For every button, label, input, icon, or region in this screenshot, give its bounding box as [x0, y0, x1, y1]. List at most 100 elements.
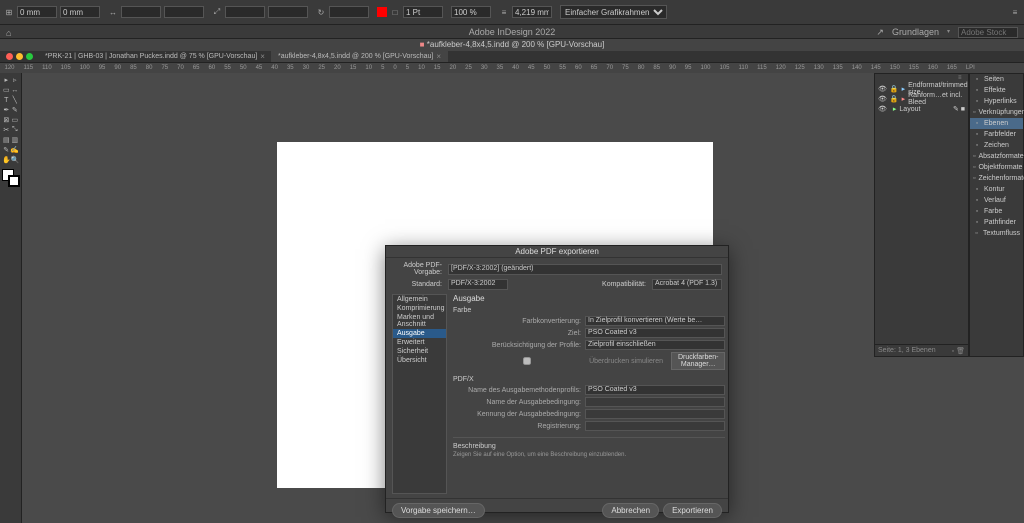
dim-field[interactable]: [512, 6, 552, 18]
pencil-tool[interactable]: ✎: [11, 105, 20, 115]
pdfx-bedingung-input[interactable]: [585, 397, 725, 407]
line-tool[interactable]: ╲: [11, 95, 20, 105]
close-window[interactable]: [6, 53, 13, 60]
note-tool[interactable]: ✎: [2, 145, 10, 155]
compat-label: Kompatibilität:: [602, 281, 646, 288]
pdfx-profile-select[interactable]: PSO Coated v3: [585, 385, 725, 395]
hand-tool[interactable]: ✋: [2, 155, 11, 165]
zoom-tool[interactable]: 🔍: [11, 155, 20, 165]
panel-farbfelder[interactable]: ▫Farbfelder: [970, 129, 1023, 140]
y-field[interactable]: [60, 6, 100, 18]
layers-footer: Seite: 1, 3 Ebenen ▫ 🗑: [875, 344, 968, 356]
type-tool[interactable]: T: [2, 95, 11, 105]
panel-pathfinder[interactable]: ▫Pathfinder: [970, 217, 1023, 228]
ziel-select[interactable]: PSO Coated v3: [585, 328, 725, 338]
panel-kontur[interactable]: ▫Kontur: [970, 184, 1023, 195]
close-icon[interactable]: ×: [260, 51, 265, 63]
fill-stroke-swatch[interactable]: [2, 169, 20, 187]
ink-manager-button[interactable]: Druckfarben-Manager…: [671, 352, 725, 370]
zoom-field[interactable]: [451, 6, 491, 18]
preset-select[interactable]: [PDF/X-3:2002] (geändert): [448, 264, 722, 275]
selection-tool[interactable]: ▸: [2, 75, 11, 85]
rotate-field[interactable]: [329, 6, 369, 18]
document-tab-active[interactable]: *aufkleber-4,8x4,5.indd @ 200 % [GPU-Vor…: [272, 51, 448, 62]
new-layer-icon[interactable]: ▫: [952, 348, 954, 355]
save-preset-button[interactable]: Vorgabe speichern…: [392, 503, 485, 518]
fill-swatch[interactable]: [377, 7, 387, 17]
pdfx-reg-input[interactable]: [585, 421, 725, 431]
panel-objektformate[interactable]: ▫Objektformate: [970, 162, 1023, 173]
panel-zeichenformate[interactable]: ▫Zeichenformate: [970, 173, 1023, 184]
stroke-swatch[interactable]: □: [390, 7, 400, 17]
farbkonv-select[interactable]: In Zielprofil konvertieren (Werte be…: [585, 316, 725, 326]
panel-hyperlinks[interactable]: ▫Hyperlinks: [970, 96, 1023, 107]
tab-ausgabe[interactable]: Ausgabe: [393, 329, 446, 338]
compat-select[interactable]: Acrobat 4 (PDF 1.3): [652, 279, 722, 290]
standard-select[interactable]: PDF/X-3:2002: [448, 279, 508, 290]
gradient-tool[interactable]: ▤: [2, 135, 11, 145]
panel-zeichen[interactable]: ▫Zeichen: [970, 140, 1023, 151]
pdfx-kennung-input[interactable]: [585, 409, 725, 419]
toolbox: ▸▹ ▭↔ T╲ ✒✎ ⊠▭ ✂⤡ ▤▥ ✎✍ ✋🔍: [0, 73, 22, 523]
panel-seiten[interactable]: ▫Seiten: [970, 74, 1023, 85]
document-title: ■ *aufkleber-4,8x4,5.indd @ 200 % [GPU-V…: [0, 39, 1024, 51]
panel-ebenen[interactable]: ▫Ebenen: [970, 118, 1023, 129]
trash-icon[interactable]: 🗑: [956, 348, 965, 355]
home-icon[interactable]: ⌂: [6, 26, 11, 40]
w-field[interactable]: [121, 6, 161, 18]
panel-effekte[interactable]: ▫Effekte: [970, 85, 1023, 96]
panel-textumfluss[interactable]: ▫Textumfluss: [970, 228, 1023, 239]
share-icon[interactable]: ↗: [876, 25, 884, 39]
gap-tool[interactable]: ↔: [11, 85, 20, 95]
export-button[interactable]: Exportieren: [663, 503, 722, 518]
align-icon[interactable]: ≡: [499, 7, 509, 17]
tab-uebersicht[interactable]: Übersicht: [393, 356, 446, 365]
minimize-window[interactable]: [16, 53, 23, 60]
page-tool[interactable]: ▭: [2, 85, 11, 95]
panel-verknüpfungen[interactable]: ▫Verknüpfungen: [970, 107, 1023, 118]
tab-komprimierung[interactable]: Komprimierung: [393, 304, 446, 313]
scale-x-field[interactable]: [225, 6, 265, 18]
app-title-bar: ⌂ Adobe InDesign 2022 ↗ Grundlagen ▾: [0, 25, 1024, 39]
menu-icon[interactable]: ≡: [1010, 7, 1020, 17]
document-tab[interactable]: *PRK-21 | GHB-03 | Jonathan Puckes.indd …: [39, 51, 272, 62]
stock-search[interactable]: [958, 27, 1018, 38]
tab-bar: *PRK-21 | GHB-03 | Jonathan Puckes.indd …: [0, 51, 1024, 63]
cancel-button[interactable]: Abbrechen: [602, 503, 659, 518]
pdfx-bedingung-label: Name der Ausgabebedingung:: [453, 399, 581, 406]
dialog-title: Adobe PDF exportieren: [386, 246, 728, 258]
profile-select[interactable]: Zielprofil einschließen: [585, 340, 725, 350]
rectangle-tool[interactable]: ▭: [11, 115, 20, 125]
tab-sicherheit[interactable]: Sicherheit: [393, 347, 446, 356]
free-transform-tool[interactable]: ⤡: [11, 125, 20, 135]
pdfx-profile-label: Name des Ausgabemethodenprofils:: [453, 387, 581, 394]
scissors-tool[interactable]: ✂: [2, 125, 11, 135]
h-field[interactable]: [164, 6, 204, 18]
panel-farbe[interactable]: ▫Farbe: [970, 206, 1023, 217]
rectangle-frame-tool[interactable]: ⊠: [2, 115, 11, 125]
tab-marken[interactable]: Marken und Anschnitt: [393, 313, 446, 329]
frame-type-select[interactable]: Einfacher Grafikrahmen: [560, 5, 667, 19]
dialog-sidebar: Allgemein Komprimierung Marken und Ansch…: [392, 294, 447, 494]
pen-tool[interactable]: ✒: [2, 105, 11, 115]
tab-erweitert[interactable]: Erweitert: [393, 338, 446, 347]
output-heading: Ausgabe: [453, 294, 725, 303]
export-pdf-dialog: Adobe PDF exportieren Adobe PDF-Vorgabe:…: [385, 245, 729, 513]
rotate-icon: ↻: [316, 7, 326, 17]
close-icon[interactable]: ×: [436, 51, 441, 63]
scale-icon: ⤢: [212, 7, 222, 17]
zoom-window[interactable]: [26, 53, 33, 60]
x-field[interactable]: [17, 6, 57, 18]
panel-verlauf[interactable]: ▫Verlauf: [970, 195, 1023, 206]
overprint-label: Überdrucken simulieren: [535, 358, 663, 365]
scale-y-field[interactable]: [268, 6, 308, 18]
panel-absatzformate[interactable]: ▫Absatzformate: [970, 151, 1023, 162]
gradient-feather-tool[interactable]: ▥: [11, 135, 20, 145]
workspace-switcher[interactable]: Grundlagen: [892, 25, 939, 39]
direct-selection-tool[interactable]: ▹: [11, 75, 20, 85]
eyedropper-tool[interactable]: ✍: [10, 145, 19, 155]
tab-allgemein[interactable]: Allgemein: [393, 295, 446, 304]
stroke-field[interactable]: [403, 6, 443, 18]
desc-text: Zeigen Sie auf eine Option, um eine Besc…: [453, 452, 725, 458]
layer-row[interactable]: 👁🔒▸Rahform…et incl. Bleed: [875, 94, 968, 104]
